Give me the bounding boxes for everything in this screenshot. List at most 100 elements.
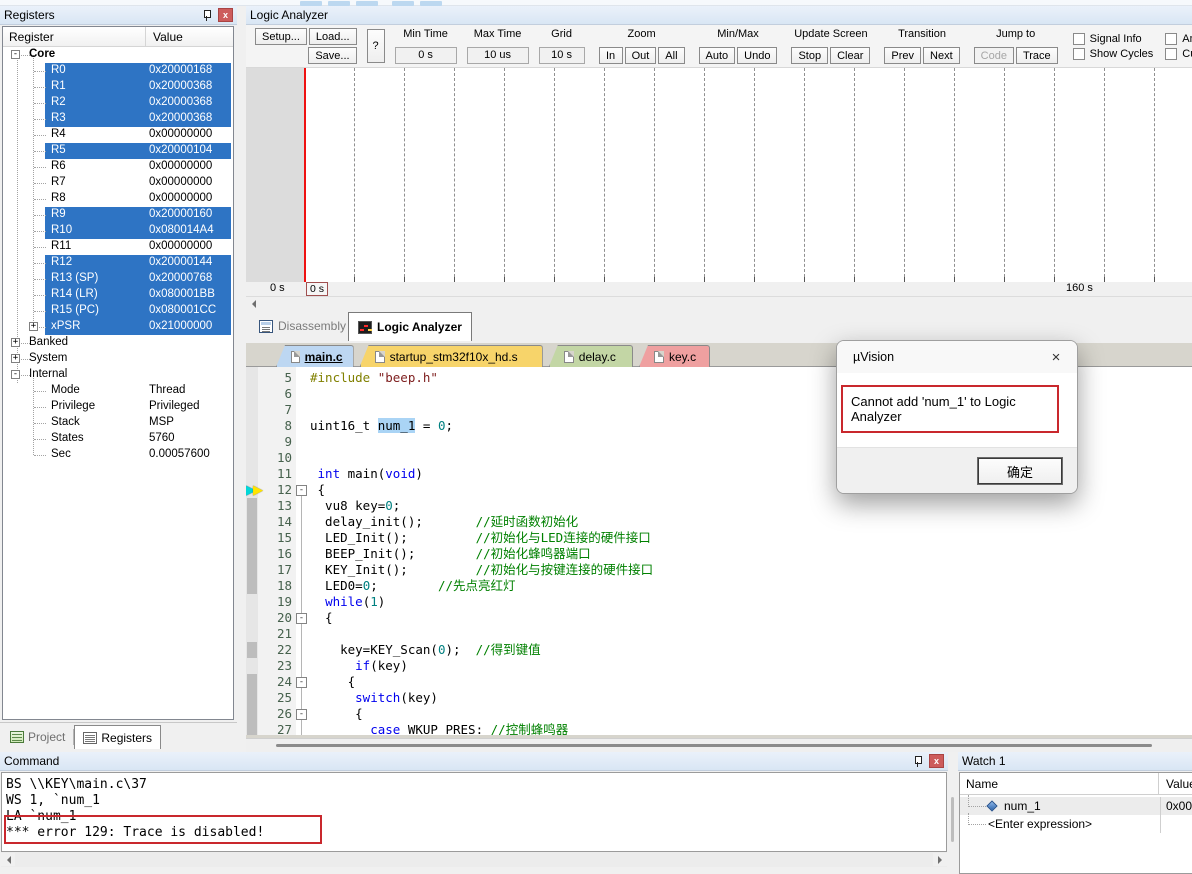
code-line[interactable]: 25 switch(key) [246,690,1192,706]
code-line[interactable]: 18 LED0=0; //先点亮红灯 [246,578,1192,594]
register-row[interactable]: PrivilegePrivileged [3,399,233,415]
logic-analyzer-plot[interactable] [246,68,1192,282]
code-line[interactable]: 20- { [246,610,1192,626]
fold-collapse-icon[interactable]: - [296,485,307,496]
scroll-right-icon[interactable] [933,853,947,866]
collapse-icon[interactable]: - [11,370,20,379]
editor-tab-key-c[interactable]: key.c [639,345,710,367]
register-row[interactable]: R40x00000000 [3,127,233,143]
register-row[interactable]: StackMSP [3,415,233,431]
pin-icon[interactable] [200,9,214,22]
code-line[interactable]: 14 delay_init(); //延时函数初始化 [246,514,1192,530]
scroll-left-icon[interactable] [1,853,15,866]
fold-collapse-icon[interactable]: - [296,677,307,688]
amplitude-checkbox[interactable]: Amplitude [1165,33,1192,45]
register-row[interactable]: R60x00000000 [3,159,233,175]
expand-icon[interactable]: + [29,322,38,331]
code-line[interactable]: 15 LED_Init(); //初始化与LED连接的硬件接口 [246,530,1192,546]
minmax-auto-button[interactable]: Auto [699,47,736,64]
register-row[interactable]: R110x00000000 [3,239,233,255]
dialog-close-icon[interactable]: × [1045,347,1067,367]
register-row[interactable]: R14 (LR)0x080001BB [3,287,233,303]
register-row[interactable]: R13 (SP)0x20000768 [3,271,233,287]
register-row[interactable]: R70x00000000 [3,175,233,191]
tab-registers[interactable]: Registers [74,725,161,749]
register-row[interactable]: States5760 [3,431,233,447]
close-icon[interactable]: x [218,8,233,22]
register-row[interactable]: R100x080014A4 [3,223,233,239]
zoom-in-button[interactable]: In [599,47,623,64]
register-row[interactable]: R10x20000368 [3,79,233,95]
register-row[interactable]: ModeThread [3,383,233,399]
command-output[interactable]: BS \\KEY\main.c\37WS 1, `num_1LA `num_1*… [1,772,947,852]
code-line[interactable]: 24- { [246,674,1192,690]
save-button[interactable]: Save... [308,47,356,64]
minmax-undo-button[interactable]: Undo [737,47,777,64]
editor-tab-delay-c[interactable]: delay.c [549,345,633,367]
signal-info-checkbox[interactable]: Signal Info [1073,33,1154,45]
code-line[interactable]: 26- { [246,706,1192,722]
load-button[interactable]: Load... [309,28,357,45]
column-name[interactable]: Name [960,773,1159,794]
cursor-checkbox[interactable]: Cursor [1165,48,1192,60]
register-row[interactable]: -Core [3,47,233,63]
update-clear-button[interactable]: Clear [830,47,870,64]
setup-button[interactable]: Setup... [255,28,307,45]
fold-collapse-icon[interactable]: - [296,613,307,624]
register-row[interactable]: R90x20000160 [3,207,233,223]
editor-tab-main-c[interactable]: main.c [276,345,354,367]
scroll-left-icon[interactable] [246,297,260,310]
jump-trace-button[interactable]: Trace [1016,47,1058,64]
register-row[interactable]: -Internal [3,367,233,383]
code-line[interactable]: 19 while(1) [246,594,1192,610]
expand-icon[interactable]: + [11,338,20,347]
show-cycles-checkbox[interactable]: Show Cycles [1073,48,1154,60]
pin-icon[interactable] [911,755,925,768]
column-value[interactable]: Value [1160,773,1192,794]
register-row[interactable]: +Banked [3,335,233,351]
register-row[interactable]: +xPSR0x21000000 [3,319,233,335]
editor-hscrollbar[interactable] [246,738,1192,752]
watch-row[interactable]: num_10x00 [960,797,1192,815]
code-line[interactable]: 17 KEY_Init(); //初始化与按键连接的硬件接口 [246,562,1192,578]
register-row[interactable]: +System [3,351,233,367]
transition-prev-button[interactable]: Prev [884,47,921,64]
code-line[interactable]: 16 BEEP_Init(); //初始化蜂鸣器端口 [246,546,1192,562]
scrollbar-thumb[interactable] [951,797,954,842]
column-register[interactable]: Register [3,27,146,46]
scrollbar-thumb[interactable] [276,744,1152,747]
register-row[interactable]: R80x00000000 [3,191,233,207]
panel-splitter[interactable] [948,752,958,874]
zoom-out-button[interactable]: Out [625,47,657,64]
fold-collapse-icon[interactable]: - [296,709,307,720]
editor-tab-startup-stm32f10x-hd-s[interactable]: startup_stm32f10x_hd.s [360,345,543,367]
tab-disassembly[interactable]: Disassembly [250,313,355,339]
code-line[interactable]: 23 if(key) [246,658,1192,674]
column-value[interactable]: Value [147,27,233,46]
register-row[interactable]: R20x20000368 [3,95,233,111]
close-icon[interactable]: x [929,754,944,768]
tab-logic-analyzer[interactable]: Logic Analyzer [348,312,472,341]
code-line[interactable]: 22 key=KEY_Scan(0); //得到键值 [246,642,1192,658]
register-row[interactable]: R30x20000368 [3,111,233,127]
collapse-icon[interactable]: - [11,50,20,59]
tab-project[interactable]: Project [2,725,73,749]
ok-button[interactable]: 确定 [977,457,1063,485]
code-line[interactable]: 21 [246,626,1192,642]
register-row[interactable]: R120x20000144 [3,255,233,271]
code-line[interactable]: 13 vu8 key=0; [246,498,1192,514]
command-hscrollbar[interactable] [1,852,947,867]
watch-row[interactable]: <Enter expression> [960,815,1192,833]
update-stop-button[interactable]: Stop [791,47,828,64]
register-row[interactable]: Sec0.00057600 [3,447,233,463]
dialog-titlebar[interactable]: µVision [837,341,1077,373]
logic-analyzer-hscrollbar[interactable] [246,296,1192,310]
zoom-all-button[interactable]: All [658,47,684,64]
code-line[interactable]: 27 case WKUP_PRES: //控制蜂鸣器 [246,722,1192,735]
register-row[interactable]: R50x20000104 [3,143,233,159]
transition-next-button[interactable]: Next [923,47,960,64]
register-row[interactable]: R00x20000168 [3,63,233,79]
register-row[interactable]: R15 (PC)0x080001CC [3,303,233,319]
help-button[interactable]: ? [367,29,385,63]
expand-icon[interactable]: + [11,354,20,363]
